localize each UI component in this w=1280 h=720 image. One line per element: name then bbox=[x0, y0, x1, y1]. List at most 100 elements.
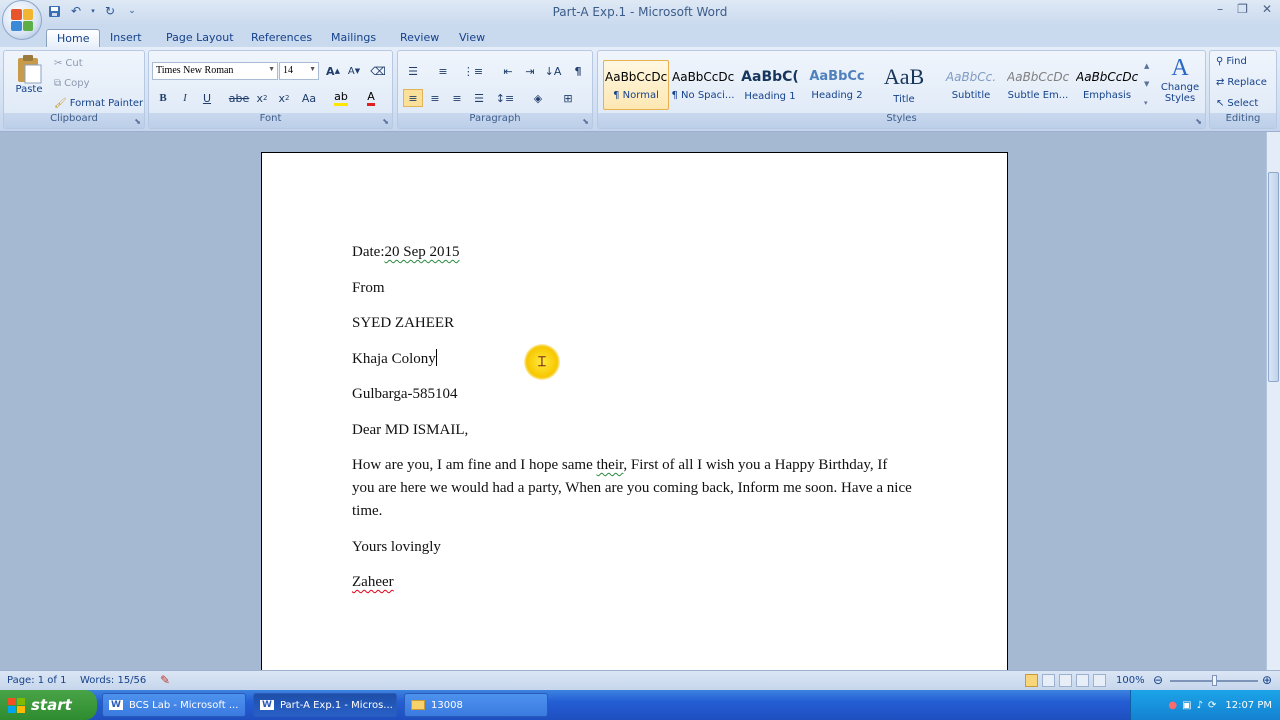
office-button[interactable] bbox=[2, 0, 42, 40]
vertical-scrollbar[interactable] bbox=[1266, 132, 1280, 670]
font-name-combo[interactable]: Times New Roman ▼ bbox=[152, 62, 278, 80]
copy-button[interactable]: ⧉ Copy bbox=[54, 78, 90, 89]
zoom-out-icon[interactable]: ⊖ bbox=[1153, 673, 1163, 687]
taskbar-item-part-a[interactable]: W Part-A Exp.1 - Micros... bbox=[253, 693, 397, 717]
styles-scroll[interactable]: ▲ ▼ ▾ bbox=[1144, 57, 1154, 112]
line-spacing-icon[interactable]: ↕≡ bbox=[495, 89, 515, 107]
format-painter-button[interactable]: 🖌 Format Painter bbox=[54, 98, 143, 109]
zoom-in-icon[interactable]: ⊕ bbox=[1262, 673, 1272, 687]
multilevel-list-icon[interactable]: ⋮≡ bbox=[463, 62, 483, 80]
style-normal[interactable]: AaBbCcDc ¶ Normal bbox=[603, 60, 669, 110]
font-size-combo[interactable]: 14 ▼ bbox=[279, 62, 319, 80]
style-heading-1[interactable]: AaBbC(Heading 1 bbox=[737, 60, 803, 110]
style-subtle-emphasis[interactable]: AaBbCcDc Subtle Em... bbox=[1005, 60, 1071, 110]
paste-button[interactable]: Paste bbox=[12, 54, 46, 106]
change-styles-button[interactable]: A Change Styles bbox=[1158, 55, 1202, 113]
style-subtitle[interactable]: AaBbCc. Subtitle bbox=[938, 60, 1004, 110]
outline-icon[interactable] bbox=[1076, 674, 1089, 687]
web-layout-icon[interactable] bbox=[1059, 674, 1072, 687]
tab-mailings[interactable]: Mailings bbox=[321, 29, 386, 47]
address-line-1: Khaja Colony bbox=[352, 348, 437, 367]
paste-icon bbox=[18, 55, 42, 84]
start-button[interactable]: start bbox=[0, 690, 97, 720]
tab-references[interactable]: References bbox=[241, 29, 322, 47]
dialog-launcher-icon[interactable]: ⬊ bbox=[382, 117, 389, 126]
highlight-icon[interactable]: ab bbox=[331, 89, 351, 107]
underline-icon[interactable]: U bbox=[197, 89, 217, 107]
font-color-icon[interactable]: A bbox=[361, 89, 381, 107]
clock[interactable]: 12:07 PM bbox=[1225, 700, 1272, 711]
dialog-launcher-icon[interactable]: ⬊ bbox=[134, 117, 141, 126]
cursor-arrow-icon: ↖ bbox=[1216, 98, 1225, 109]
close-icon[interactable]: ✕ bbox=[1262, 2, 1272, 16]
date-line: Date:20 Sep 2015 bbox=[352, 244, 460, 260]
antivirus-icon[interactable]: ● bbox=[1168, 700, 1177, 711]
sync-icon[interactable]: ⟳ bbox=[1208, 700, 1216, 711]
minimize-icon[interactable]: – bbox=[1217, 2, 1223, 16]
print-layout-icon[interactable] bbox=[1025, 674, 1038, 687]
draft-icon[interactable] bbox=[1093, 674, 1106, 687]
borders-icon[interactable]: ⊞ bbox=[558, 89, 578, 107]
zoom-slider-thumb[interactable] bbox=[1212, 675, 1217, 686]
zoom-level[interactable]: 100% bbox=[1116, 675, 1145, 686]
document-body[interactable]: Date:20 Sep 2015 From SYED ZAHEER Khaja … bbox=[352, 241, 912, 607]
body-paragraph: How are you, I am fine and I hope same t… bbox=[352, 457, 912, 519]
scrollbar-thumb[interactable] bbox=[1268, 172, 1279, 382]
zoom-slider[interactable] bbox=[1170, 675, 1258, 686]
select-button[interactable]: ↖ Select bbox=[1216, 98, 1258, 109]
font-label: Font bbox=[149, 113, 392, 128]
decrease-indent-icon[interactable]: ⇤ bbox=[498, 62, 518, 80]
style-no-spacing[interactable]: AaBbCcDc ¶ No Spaci... bbox=[670, 60, 736, 110]
clear-formatting-icon[interactable]: ⌫ bbox=[368, 62, 388, 80]
align-center-icon[interactable]: ≡ bbox=[425, 89, 445, 107]
full-screen-icon[interactable] bbox=[1042, 674, 1055, 687]
style-emphasis[interactable]: AaBbCcDc Emphasis bbox=[1074, 60, 1140, 110]
tab-home[interactable]: Home bbox=[46, 29, 101, 47]
dialog-launcher-icon[interactable]: ⬊ bbox=[1195, 117, 1202, 126]
tab-review[interactable]: Review bbox=[390, 29, 449, 47]
tab-insert[interactable]: Insert bbox=[100, 29, 152, 47]
page-count[interactable]: Page: 1 of 1 bbox=[7, 675, 66, 686]
strikethrough-icon[interactable]: abe bbox=[229, 89, 250, 107]
align-right-icon[interactable]: ≡ bbox=[447, 89, 467, 107]
tab-page-layout[interactable]: Page Layout bbox=[156, 29, 244, 47]
shrink-font-icon[interactable]: A ▼ bbox=[344, 62, 364, 80]
align-left-icon[interactable]: ≡ bbox=[403, 89, 423, 107]
view-buttons bbox=[1025, 674, 1106, 687]
show-paragraph-marks-icon[interactable]: ¶ bbox=[568, 62, 588, 80]
cut-button[interactable]: ✂ Cut bbox=[54, 58, 83, 69]
grow-font-icon[interactable]: A ▲ bbox=[323, 62, 343, 80]
dialog-launcher-icon[interactable]: ⬊ bbox=[582, 117, 589, 126]
bullets-icon[interactable]: ☰ bbox=[403, 62, 423, 80]
from-line: From bbox=[352, 279, 385, 296]
justify-icon[interactable]: ☰ bbox=[469, 89, 489, 107]
binoculars-icon: ⚲ bbox=[1216, 56, 1224, 67]
title-bar: ↶ ▾ ↻ ⌄ Part-A Exp.1 - Microsoft Word – … bbox=[0, 0, 1280, 26]
sort-icon[interactable]: ↓A bbox=[543, 62, 563, 80]
find-button[interactable]: ⚲ Find bbox=[1216, 56, 1247, 67]
speaker-icon[interactable]: ♪ bbox=[1197, 700, 1203, 711]
subscript-icon[interactable]: x2 bbox=[252, 89, 272, 107]
change-case-icon[interactable]: Aa bbox=[299, 89, 319, 107]
taskbar-item-bcs-lab[interactable]: W BCS Lab - Microsoft ... bbox=[102, 693, 246, 717]
numbering-icon[interactable]: ≡ bbox=[433, 62, 453, 80]
word-count[interactable]: Words: 15/56 bbox=[80, 675, 146, 686]
taskbar-item-folder[interactable]: 13008 bbox=[404, 693, 548, 717]
proofing-icon[interactable]: ✎ bbox=[160, 673, 170, 687]
increase-indent-icon[interactable]: ⇥ bbox=[520, 62, 540, 80]
tab-view[interactable]: View bbox=[449, 29, 495, 47]
document-page[interactable]: Date:20 Sep 2015 From SYED ZAHEER Khaja … bbox=[261, 152, 1008, 672]
superscript-icon[interactable]: x2 bbox=[274, 89, 294, 107]
window-controls: – ❐ ✕ bbox=[1217, 2, 1272, 16]
restore-icon[interactable]: ❐ bbox=[1237, 2, 1248, 16]
network-icon[interactable]: ▣ bbox=[1182, 700, 1191, 711]
shading-icon[interactable]: ◈ bbox=[528, 89, 548, 107]
sender-name: SYED ZAHEER bbox=[352, 315, 455, 331]
bold-icon[interactable]: B bbox=[153, 89, 173, 107]
salutation: Dear MD ISMAIL, bbox=[352, 421, 469, 438]
italic-icon[interactable]: I bbox=[175, 89, 195, 107]
windows-flag-icon bbox=[8, 697, 25, 713]
style-heading-2[interactable]: AaBbCc Heading 2 bbox=[804, 60, 870, 110]
replace-button[interactable]: ⇄ Replace bbox=[1216, 77, 1267, 88]
style-title[interactable]: AaB Title bbox=[871, 60, 937, 110]
